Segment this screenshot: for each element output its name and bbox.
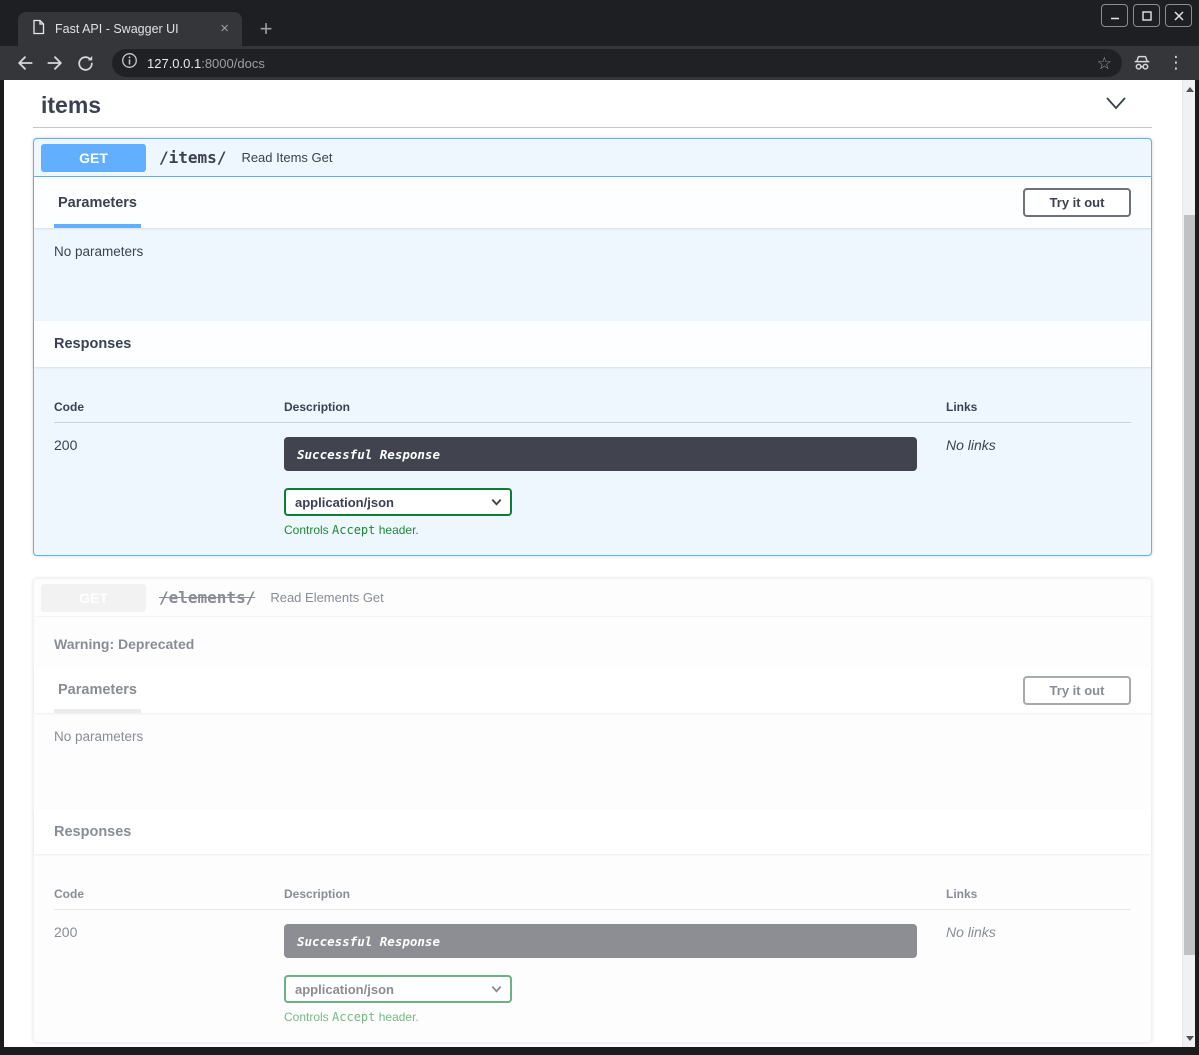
col-code: Code xyxy=(54,400,284,414)
tag-title: items xyxy=(41,92,101,119)
tag-section-header[interactable]: items xyxy=(33,80,1152,127)
responses-body: Code Description Links 200 Successful Re… xyxy=(34,854,1151,1042)
deprecated-warning-text: Warning: Deprecated xyxy=(54,636,194,652)
method-badge: GET xyxy=(41,584,146,612)
status-code: 200 xyxy=(54,437,284,537)
responses-body: Code Description Links 200 Successful Re… xyxy=(34,367,1151,555)
bookmark-star-icon[interactable]: ☆ xyxy=(1097,55,1112,72)
tab-close-icon[interactable]: × xyxy=(217,22,232,36)
responses-table-header: Code Description Links xyxy=(54,887,1131,910)
response-description-box: Successful Response xyxy=(284,924,917,958)
tab-parameters: Parameters xyxy=(54,667,141,713)
media-type-select[interactable]: application/json xyxy=(284,488,512,516)
window-controls xyxy=(1101,4,1192,27)
back-button[interactable] xyxy=(10,49,40,77)
operation-summary[interactable]: GET /items/ Read Items Get xyxy=(34,139,1151,177)
browser-toolbar: 127.0.0.1:8000/docs ☆ ⋮ xyxy=(0,46,1199,80)
maximize-button[interactable] xyxy=(1133,4,1160,27)
opblock-get-elements-deprecated: GET /elements/ Read Elements Get Warning… xyxy=(33,578,1152,1043)
try-it-out-button[interactable]: Try it out xyxy=(1023,188,1131,217)
browser-window: Fast API - Swagger UI × + xyxy=(0,0,1199,1055)
vertical-scrollbar[interactable] xyxy=(1182,80,1195,1047)
close-button[interactable] xyxy=(1165,4,1192,27)
tab-title: Fast API - Swagger UI xyxy=(55,22,217,36)
scroll-up-arrow-icon[interactable] xyxy=(1183,82,1195,96)
browser-menu-button[interactable]: ⋮ xyxy=(1165,51,1187,75)
forward-button[interactable] xyxy=(40,49,70,77)
links-cell: No links xyxy=(946,437,1131,537)
no-parameters-text: No parameters xyxy=(54,729,143,744)
parameters-body: No parameters xyxy=(34,713,1151,809)
accept-header-note: Controls Accept header. xyxy=(284,1010,946,1024)
method-badge: GET xyxy=(41,144,146,172)
chevron-down-icon xyxy=(1104,94,1128,117)
col-links: Links xyxy=(946,400,1131,414)
operation-description: Read Elements Get xyxy=(270,590,383,605)
active-tab-indicator xyxy=(54,224,141,228)
browser-tab[interactable]: Fast API - Swagger UI × xyxy=(18,12,242,46)
parameters-body: No parameters xyxy=(34,228,1151,321)
responses-header: Responses xyxy=(34,809,1151,854)
operation-summary[interactable]: GET /elements/ Read Elements Get xyxy=(34,579,1151,617)
accept-header-note: Controls Accept header. xyxy=(284,523,946,537)
incognito-icon xyxy=(1129,51,1155,75)
opblock-get-items: GET /items/ Read Items Get Parameters Tr… xyxy=(33,138,1152,556)
response-row: 200 Successful Response application/json xyxy=(54,423,1131,537)
reload-button[interactable] xyxy=(70,49,100,77)
operation-path: /elements/ xyxy=(159,588,255,607)
titlebar: Fast API - Swagger UI × + xyxy=(0,0,1199,46)
media-type-select-wrap: application/json xyxy=(284,975,512,1003)
links-cell: No links xyxy=(946,924,1131,1024)
response-description-cell: Successful Response application/json xyxy=(284,924,946,1024)
response-description-cell: Successful Response application/json xyxy=(284,437,946,537)
parameters-tab-header: Parameters Try it out xyxy=(34,177,1151,228)
media-type-select[interactable]: application/json xyxy=(284,975,512,1003)
deprecated-warning-row: Warning: Deprecated xyxy=(34,617,1151,667)
page-content: items GET /items/ Read Items Get Paramet… xyxy=(4,80,1195,1047)
col-links: Links xyxy=(946,887,1131,901)
scroll-down-arrow-icon[interactable] xyxy=(1183,1031,1195,1045)
response-row: 200 Successful Response application/json xyxy=(54,910,1131,1024)
tag-divider xyxy=(33,127,1152,128)
media-type-select-wrap: application/json xyxy=(284,488,512,516)
responses-header: Responses xyxy=(34,321,1151,367)
minimize-button[interactable] xyxy=(1101,4,1128,27)
active-tab-indicator xyxy=(54,709,141,713)
url-text[interactable]: 127.0.0.1:8000/docs xyxy=(147,56,1097,71)
parameters-tab-header: Parameters Try it out xyxy=(34,667,1151,713)
responses-table-header: Code Description Links xyxy=(54,400,1131,423)
response-description-box: Successful Response xyxy=(284,437,917,471)
url-host: 127.0.0.1 xyxy=(147,56,201,71)
col-description: Description xyxy=(284,400,946,414)
page-favicon-icon xyxy=(31,19,46,40)
site-info-icon[interactable] xyxy=(121,52,138,74)
tab-parameters: Parameters xyxy=(54,177,141,228)
operation-description: Read Items Get xyxy=(241,150,332,165)
new-tab-button[interactable]: + xyxy=(252,15,280,43)
scrollbar-thumb[interactable] xyxy=(1184,215,1195,955)
address-bar[interactable]: 127.0.0.1:8000/docs ☆ xyxy=(112,49,1122,77)
no-parameters-text: No parameters xyxy=(54,244,143,259)
url-path: :8000/docs xyxy=(201,56,265,71)
try-it-out-button[interactable]: Try it out xyxy=(1023,676,1131,705)
operation-path: /items/ xyxy=(159,148,226,167)
status-code: 200 xyxy=(54,924,284,1024)
col-description: Description xyxy=(284,887,946,901)
col-code: Code xyxy=(54,887,284,901)
